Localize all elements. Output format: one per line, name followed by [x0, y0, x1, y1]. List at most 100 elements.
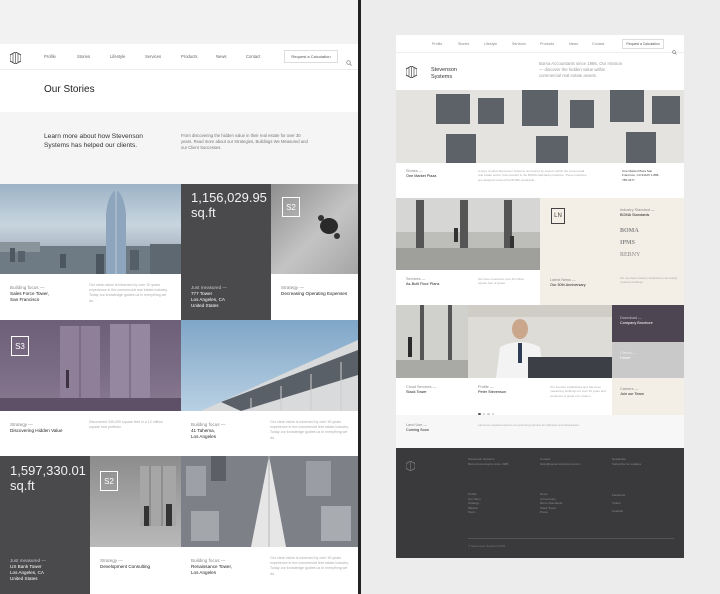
area-card-usbank[interactable]: 1,597,330.01 sq.ft Just measured — US Ba…	[0, 456, 90, 594]
twitter-link[interactable]: Twitter	[612, 500, 672, 508]
s2-badge: S2	[282, 197, 300, 217]
copyright: © Stevenson Systems 2016	[468, 544, 506, 548]
footer-rule	[468, 538, 674, 539]
footer-logo-icon[interactable]	[405, 458, 416, 472]
logo-icon[interactable]	[9, 51, 22, 65]
home-label: Clients — Home	[620, 351, 680, 361]
left-nav: Profile Stories Lifestyle Services Produ…	[0, 44, 358, 70]
r-nav-news[interactable]: News	[569, 42, 578, 46]
boma-card[interactable]: Industry Standard — BOMA Standards BOMA …	[612, 198, 684, 305]
boma-logo: BOMA	[620, 228, 639, 234]
right-page: Profile Stories Lifestyle Services Produ…	[361, 0, 720, 594]
hero-caption-label: Stories — One Market Plaza	[406, 169, 466, 179]
nav-profile[interactable]: Profile	[44, 54, 56, 59]
peter-stevenson-image[interactable]	[468, 305, 612, 378]
facebook-link[interactable]: Facebook	[612, 492, 672, 500]
left-page: Profile Stories Lifestyle Services Produ…	[0, 0, 358, 594]
hero-body: A story of what Stevenson Systems uncove…	[478, 169, 587, 182]
footer-col3: Newsletter Subscribe for updates	[612, 457, 678, 466]
brochure-card[interactable]: Download — Company Brochure	[612, 305, 684, 342]
nav-lifestyle[interactable]: Lifestyle	[110, 54, 125, 59]
ln-badge: LN	[551, 208, 565, 224]
area-card-777[interactable]: 1,156,029.95 sq.ft Just measured — 777 T…	[181, 184, 271, 320]
salesforce-city: San Francisco	[10, 296, 40, 302]
careers-name: Join our Team	[620, 391, 644, 396]
hero-image[interactable]	[396, 90, 684, 163]
brochure-name: Company Brochure	[620, 320, 653, 325]
coming-soon-row[interactable]: Land Use — Coming Soon Land use measurem…	[396, 415, 684, 448]
stack-tower-image[interactable]	[396, 305, 468, 378]
footer-col2-text[interactable]: hello@stevensonsystems.com	[540, 462, 600, 467]
hero-name: One Market Plaza	[406, 173, 437, 178]
nav-stories[interactable]: Stories	[77, 54, 90, 59]
nav-products[interactable]: Products	[181, 54, 198, 59]
request-calculation-button[interactable]: Request a Calculation	[284, 50, 338, 63]
profile-carousel-dots[interactable]	[478, 402, 496, 415]
s2b-badge: S2	[100, 471, 118, 491]
asbuilt-body: We have measured over 45 million square …	[478, 277, 525, 286]
r-nav-profile[interactable]: Profile	[432, 42, 442, 46]
strategy-s2b-image[interactable]: S2	[90, 456, 181, 547]
salesforce-label: Building focus — Sales Force Tower, San …	[10, 285, 80, 303]
intro-body: From discovering the hidden value in the…	[181, 133, 308, 151]
asbuilt-image[interactable]	[396, 198, 540, 270]
ipms-logo: IPMS	[620, 240, 635, 246]
ln-carousel-dots[interactable]	[550, 294, 568, 307]
profile-name: Peter Stevenson	[478, 389, 507, 394]
strategy-s2-image[interactable]: S2	[271, 184, 358, 274]
boma-body: We use these industry standards to accur…	[620, 276, 678, 285]
41-city: Los Angeles	[191, 433, 217, 439]
r-nav-products[interactable]: Products	[540, 42, 554, 46]
r-request-button[interactable]: Request a Calculation	[622, 39, 664, 49]
nav-news[interactable]: News	[216, 54, 226, 59]
s2b-label: Strategy — Development Consulting	[100, 558, 178, 570]
home-card[interactable]: Clients — Home	[612, 342, 684, 378]
area-value: 1,156,029.95	[191, 190, 267, 205]
41-body: Our clear vision is informed by over 30 …	[270, 420, 349, 440]
hero-carousel-dots[interactable]	[406, 189, 429, 202]
ln-label: Latest News — Our 30th Anniversary	[550, 278, 610, 288]
hero-address: One Market Plaza San Francisco, CA 94105…	[622, 169, 660, 182]
footer-links-a: Profile Our Story Strategy Mission Team	[468, 492, 528, 515]
strategy-s3-image[interactable]: S3	[0, 320, 181, 411]
intro-section: Learn more about how Stevenson Systems h…	[0, 112, 358, 184]
salesforce-tower-image[interactable]	[0, 184, 181, 274]
footer-link[interactable]: Team	[468, 510, 528, 515]
footer-col1: Stevenson Systems Boma Accountants since…	[468, 457, 528, 466]
strategy-s2-label: Strategy — Decreasing Operating Expenses	[281, 285, 357, 297]
s3-label: Strategy — Discovering Hidden Value	[10, 422, 88, 434]
r-search-icon[interactable]	[672, 42, 677, 55]
footer-social: Facebook Twitter Linkedin	[612, 492, 672, 515]
footer-link[interactable]: Press	[540, 510, 600, 515]
footer-col2: Contact hello@stevensonsystems.com	[540, 457, 600, 466]
careers-card[interactable]: Careers — Join our Team	[612, 378, 684, 415]
renaissance-tower-image[interactable]	[181, 456, 358, 547]
area2-unit: sq.ft	[10, 478, 35, 493]
search-icon[interactable]	[346, 53, 352, 66]
coming-name: Coming Soon	[406, 427, 430, 432]
r-tagline: Boma Accountants since 1986. Our mission…	[539, 61, 623, 78]
ln-card[interactable]: LN Latest News — Our 30th Anniversary	[540, 198, 612, 307]
brochure-label: Download — Company Brochure	[620, 316, 680, 326]
linkedin-link[interactable]: Linkedin	[612, 508, 672, 516]
r-nav-stories[interactable]: Stories	[458, 42, 469, 46]
area-unit: sq.ft	[191, 205, 216, 220]
s2b-name: Development Consulting	[100, 563, 151, 569]
asbuilt-carousel-dots[interactable]	[406, 294, 424, 307]
41-tahema-image[interactable]	[181, 320, 358, 411]
r-nav-services[interactable]: Services	[512, 42, 526, 46]
area-card-label: Just measured — 777 Tower Los Angeles, C…	[191, 285, 267, 309]
coming-body: Land use measurement is an upcoming serv…	[478, 423, 580, 427]
s3-badge: S3	[11, 336, 29, 356]
renaissance-label: Building focus — Renaissance Tower, Los …	[191, 558, 261, 576]
r-nav-lifestyle[interactable]: Lifestyle	[484, 42, 497, 46]
r-nav-contact[interactable]: Contact	[592, 42, 604, 46]
footer-col3-text[interactable]: Subscribe for updates	[612, 462, 678, 467]
nav-contact[interactable]: Contact	[246, 54, 260, 59]
nav-services[interactable]: Services	[145, 54, 161, 59]
salesforce-body: Our clear vision is informed by over 30 …	[89, 283, 168, 303]
intro-headline: Learn more about how Stevenson Systems h…	[44, 133, 143, 149]
41-tahema-label: Building focus — 41 Tahema, Los Angeles	[191, 422, 261, 440]
r-logo-icon[interactable]	[405, 65, 418, 79]
asbuilt-label: Services — As-Built Floor Plans	[406, 277, 466, 287]
